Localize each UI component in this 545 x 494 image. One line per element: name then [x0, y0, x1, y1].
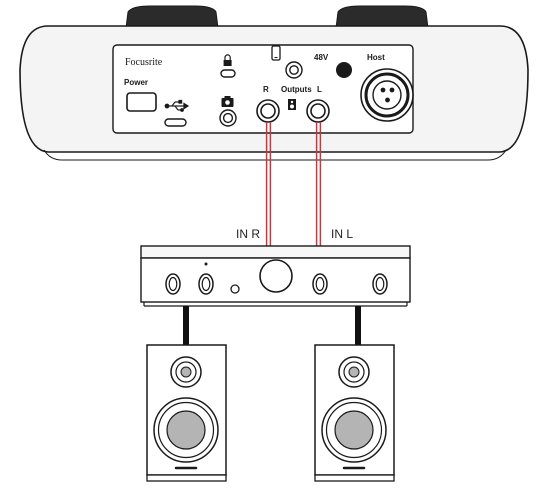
speaker-right	[314, 344, 395, 482]
usb-c-port-icon[interactable]	[164, 118, 187, 127]
knob-icon[interactable]	[165, 273, 181, 295]
connection-diagram: Focusrite Power 48V Host R Outputs L IN …	[0, 0, 545, 489]
audio-interface: Focusrite Power 48V Host R Outputs L	[19, 5, 529, 161]
output-r-jack[interactable]	[256, 99, 280, 123]
amp-input-l-label: IN L	[331, 227, 353, 241]
phantom-power-button[interactable]	[336, 62, 352, 78]
speaker-left	[146, 344, 227, 482]
speaker-stand-right	[355, 306, 361, 345]
phone-icon	[271, 45, 281, 61]
knob-icon[interactable]	[198, 273, 214, 295]
brand-logo: Focusrite	[125, 57, 163, 68]
output-l-label: L	[317, 85, 322, 94]
output-l-jack[interactable]	[306, 99, 330, 123]
speaker-icon	[288, 99, 296, 110]
power-label: Power	[124, 78, 148, 87]
speaker-stand-left	[183, 306, 189, 345]
amplifier: IN R IN L	[140, 227, 411, 307]
amp-input-r-label: IN R	[236, 227, 260, 241]
output-r-label: R	[263, 85, 269, 94]
volume-knob-icon[interactable]	[259, 259, 293, 293]
knob-icon[interactable]	[372, 273, 388, 295]
top-right-knob	[335, 5, 429, 29]
knob-icon[interactable]	[312, 273, 328, 295]
host-label: Host	[367, 53, 385, 62]
top-left-knob	[125, 5, 219, 29]
amp-indicator-dot	[204, 262, 208, 266]
amp-input-jack[interactable]	[230, 284, 240, 294]
power-button[interactable]	[126, 92, 157, 112]
diagram-canvas: Focusrite Power 48V Host R Outputs L IN …	[19, 5, 529, 482]
phantom-power-label: 48V	[314, 53, 329, 62]
outputs-label: Outputs	[281, 85, 312, 94]
amp-top	[140, 245, 411, 259]
camera-jack-inner	[222, 112, 234, 124]
xlr-connector-icon[interactable]	[360, 68, 414, 122]
headphone-jack-inner	[289, 65, 299, 75]
security-slot	[220, 69, 236, 78]
